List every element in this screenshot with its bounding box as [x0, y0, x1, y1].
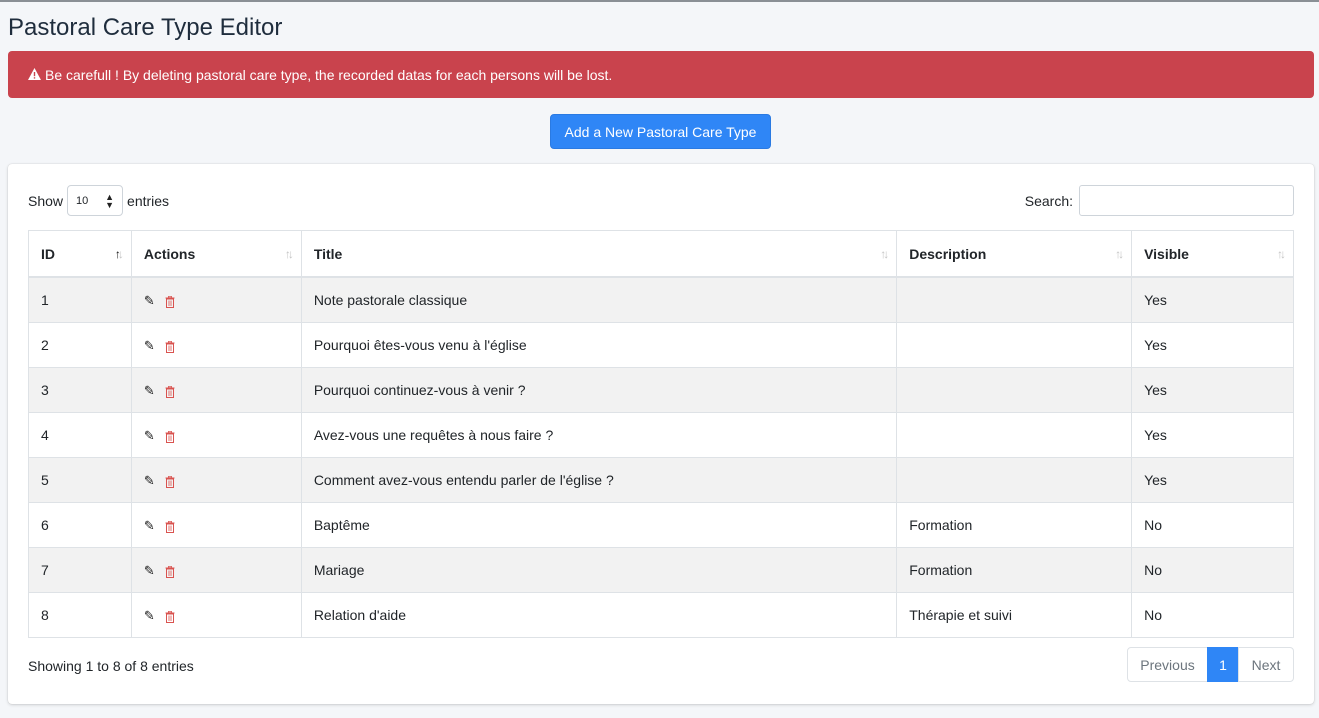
cell-description: Thérapie et suivi [896, 592, 1133, 638]
table-row: 5 ✎ Comment avez-vous entendu parler de l'… [28, 457, 1294, 503]
delete-trash-icon[interactable] [165, 475, 175, 488]
cell-actions: ✎ [130, 276, 302, 323]
cell-visible: Yes [1131, 412, 1294, 458]
edit-pencil-icon[interactable]: ✎ [144, 383, 155, 399]
delete-trash-icon[interactable] [165, 565, 175, 578]
cell-id: 7 [28, 547, 132, 593]
edit-pencil-icon[interactable]: ✎ [144, 293, 155, 309]
cell-actions: ✎ [130, 412, 302, 458]
sort-icon: ↑↓ [880, 246, 889, 261]
table-row: 3 ✎ Pourquoi continuez-vous à venir ? Yes [28, 367, 1294, 413]
cell-description [896, 412, 1133, 458]
cell-description: Formation [896, 502, 1133, 548]
top-border [0, 0, 1319, 2]
cell-visible: Yes [1131, 457, 1294, 503]
entries-label: entries [127, 192, 170, 209]
page-title: Pastoral Care Type Editor [8, 14, 283, 41]
table-card: Show 10 ▲ ▼ entries Search: ID ↑↓ Actions ↑… [8, 164, 1314, 704]
next-page-button[interactable]: Next [1238, 647, 1294, 682]
cell-id: 5 [28, 457, 132, 503]
table-row: 2 ✎ Pourquoi êtes-vous venu à l'église Yes [28, 322, 1294, 368]
cell-description [896, 457, 1133, 503]
edit-pencil-icon[interactable]: ✎ [144, 473, 155, 489]
warning-icon [28, 67, 41, 83]
column-header-actions[interactable]: Actions ↑↓ [130, 230, 302, 278]
cell-visible: Yes [1131, 276, 1294, 323]
sort-icon: ↑↓ [284, 246, 294, 261]
edit-pencil-icon[interactable]: ✎ [144, 338, 155, 354]
cell-actions: ✎ [130, 322, 302, 368]
table-info: Showing 1 to 8 of 8 entries [28, 658, 194, 674]
search-label: Search: [1024, 192, 1073, 209]
delete-trash-icon[interactable] [165, 430, 175, 443]
page-length-value: 10 [76, 194, 89, 207]
cell-visible: Yes [1131, 322, 1294, 368]
cell-title: Baptême [300, 502, 898, 548]
edit-pencil-icon[interactable]: ✎ [144, 563, 155, 579]
cell-title: Avez-vous une requêtes à nous faire ? [300, 412, 898, 458]
cell-title: Pourquoi êtes-vous venu à l'église [300, 322, 898, 368]
cell-visible: No [1131, 547, 1294, 593]
cell-title: Note pastorale classique [300, 276, 898, 323]
column-header-description[interactable]: Description ↑↓ [896, 230, 1133, 278]
page-length-control: Show 10 ▲ ▼ entries [28, 185, 169, 216]
table-row: 8 ✎ Relation d'aide Thérapie et suivi No [28, 592, 1294, 638]
cell-visible: Yes [1131, 367, 1294, 413]
cell-description [896, 276, 1133, 323]
pagination: Previous 1 Next [1127, 647, 1294, 682]
cell-id: 6 [28, 502, 132, 548]
cell-title: Comment avez-vous entendu parler de l'ég… [300, 457, 898, 503]
cell-actions: ✎ [130, 457, 302, 503]
cell-actions: ✎ [130, 502, 302, 548]
edit-pencil-icon[interactable]: ✎ [144, 518, 155, 534]
select-arrows-icon: ▲ ▼ [105, 191, 115, 210]
cell-description [896, 367, 1133, 413]
edit-pencil-icon[interactable]: ✎ [144, 608, 155, 624]
sort-icon: ↑↓ [1277, 246, 1286, 261]
cell-actions: ✎ [130, 547, 302, 593]
column-header-visible[interactable]: Visible ↑↓ [1131, 230, 1294, 278]
cell-id: 3 [28, 367, 132, 413]
cell-id: 4 [28, 412, 132, 458]
cell-title: Pourquoi continuez-vous à venir ? [300, 367, 898, 413]
alert-text: Be carefull ! By deleting pastoral care … [45, 66, 613, 83]
table-row: 1 ✎ Note pastorale classique Yes [28, 276, 1294, 323]
edit-pencil-icon[interactable]: ✎ [144, 428, 155, 444]
previous-page-button[interactable]: Previous [1127, 647, 1208, 682]
pastoral-care-types-table: ID ↑↓ Actions ↑↓ Title ↑↓ Description ↑↓ Vis… [28, 230, 1294, 638]
sort-ascending-icon: ↑↓ [114, 246, 124, 261]
page-length-select[interactable]: 10 ▲ ▼ [67, 185, 124, 216]
column-header-id[interactable]: ID ↑↓ [28, 230, 132, 278]
delete-trash-icon[interactable] [165, 340, 175, 353]
cell-title: Relation d'aide [300, 592, 898, 638]
table-row: 4 ✎ Avez-vous une requêtes à nous faire ? Y… [28, 412, 1294, 458]
warning-alert: Be carefull ! By deleting pastoral care … [8, 51, 1314, 98]
cell-id: 2 [28, 322, 132, 368]
show-label: Show [28, 192, 64, 209]
delete-trash-icon[interactable] [165, 385, 175, 398]
cell-visible: No [1131, 502, 1294, 548]
page-1-button[interactable]: 1 [1207, 647, 1239, 682]
cell-description: Formation [896, 547, 1133, 593]
cell-id: 8 [28, 592, 132, 638]
delete-trash-icon[interactable] [165, 520, 175, 533]
table-row: 7 ✎ Mariage Formation No [28, 547, 1294, 593]
column-header-title[interactable]: Title ↑↓ [300, 230, 898, 278]
sort-icon: ↑↓ [1115, 246, 1124, 261]
table-header-row: ID ↑↓ Actions ↑↓ Title ↑↓ Description ↑↓ Vis… [28, 230, 1294, 278]
cell-actions: ✎ [130, 592, 302, 638]
cell-actions: ✎ [130, 367, 302, 413]
search-input[interactable] [1079, 185, 1294, 216]
add-pastoral-care-type-button[interactable]: Add a New Pastoral Care Type [550, 114, 771, 149]
table-row: 6 ✎ Baptême Formation No [28, 502, 1294, 548]
cell-description [896, 322, 1133, 368]
cell-id: 1 [28, 276, 132, 323]
cell-visible: No [1131, 592, 1294, 638]
delete-trash-icon[interactable] [165, 610, 175, 623]
delete-trash-icon[interactable] [165, 295, 175, 308]
search-control: Search: [1025, 185, 1294, 216]
cell-title: Mariage [300, 547, 898, 593]
